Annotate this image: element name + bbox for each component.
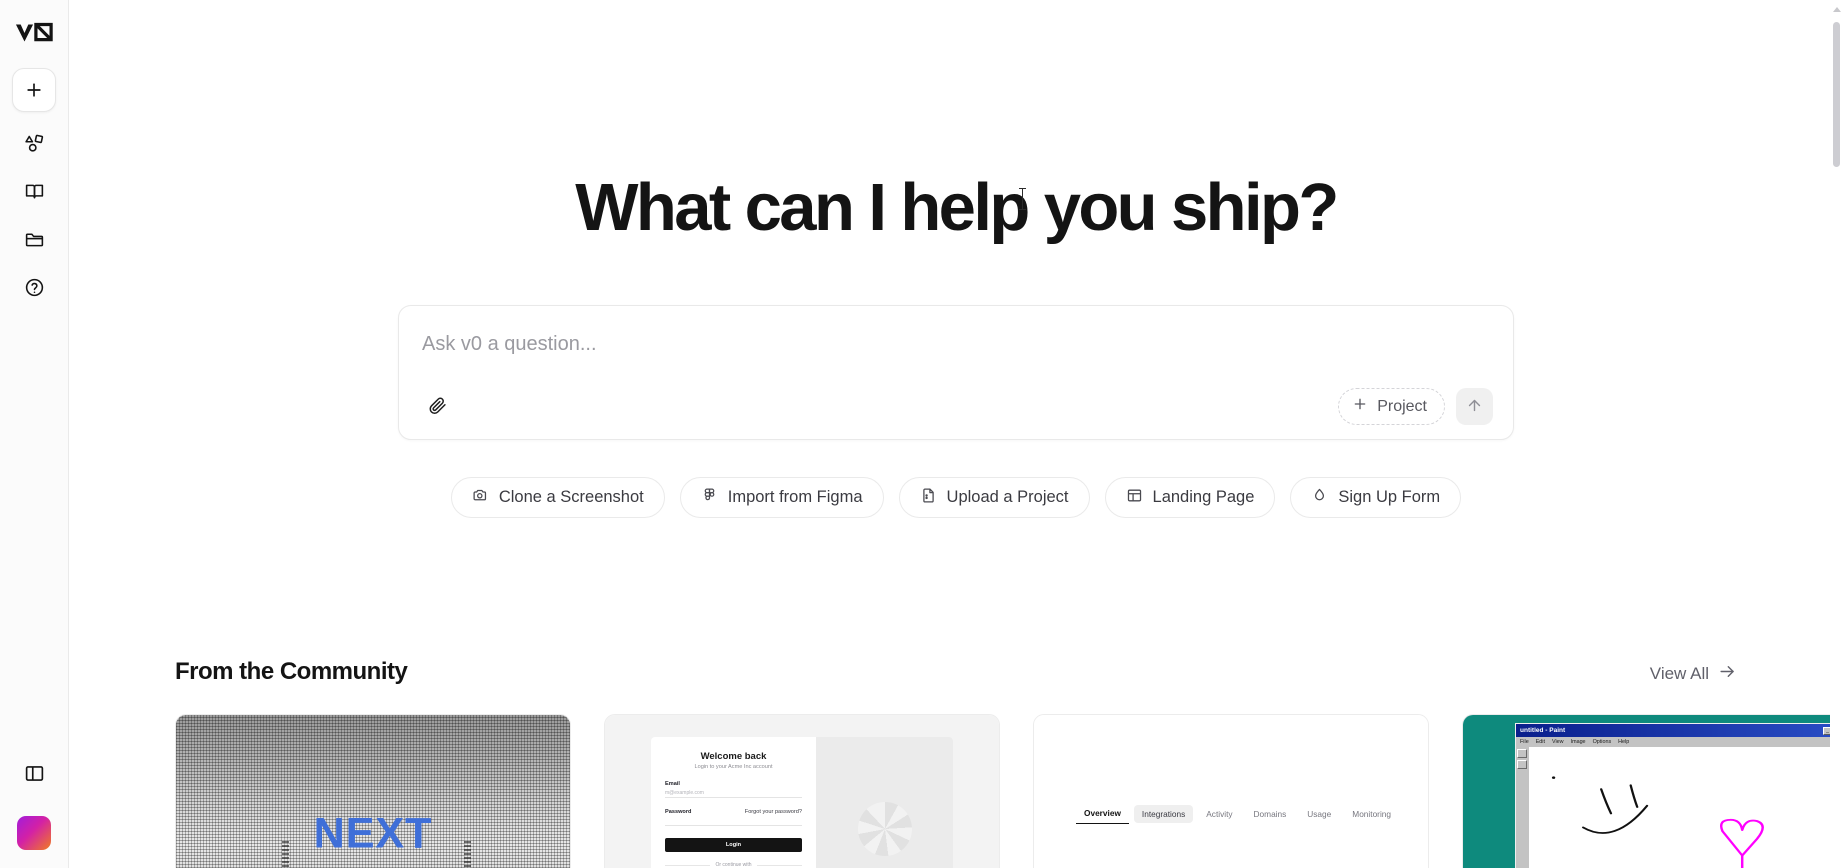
v0-app-window: What can I help you ship? Ask v0 a quest… <box>0 0 1843 868</box>
menu-edit: Edit <box>1535 739 1545 746</box>
view-all-link[interactable]: View All <box>1650 662 1737 686</box>
new-chat-button[interactable] <box>12 68 56 112</box>
file-upload-icon <box>920 487 937 509</box>
chip-landing-page[interactable]: Landing Page <box>1104 477 1276 519</box>
tabs-thumbnail: Overview Integrations Activity Domains U… <box>1034 715 1428 868</box>
folder-icon <box>24 229 45 255</box>
tab-usage: Usage <box>1307 809 1332 820</box>
menu-image: Image <box>1570 739 1586 746</box>
v0-logo[interactable] <box>11 16 57 50</box>
password-field <box>665 815 802 827</box>
chip-label: Clone a Screenshot <box>498 488 644 507</box>
community-card-next-bridge[interactable]: NEXT <box>175 714 571 868</box>
chip-sign-up-form[interactable]: Sign Up Form <box>1290 477 1462 519</box>
login-divider: Or continue with <box>665 862 802 868</box>
chip-upload-a-project[interactable]: Upload a Project <box>898 477 1090 519</box>
scroll-up-arrow[interactable] <box>1832 7 1841 12</box>
tab-domains: Domains <box>1253 809 1287 820</box>
composer-toolbar: Project <box>419 388 1493 426</box>
chip-label: Landing Page <box>1152 488 1255 507</box>
plus-icon <box>1352 396 1368 417</box>
paint-window-title: untitled - Paint <box>1520 727 1566 735</box>
tab-integrations: Integrations <box>1133 805 1194 824</box>
chip-label: Sign Up Form <box>1338 488 1441 507</box>
view-all-label: View All <box>1649 664 1709 684</box>
community-card-dashboard-tabs[interactable]: Overview Integrations Activity Domains U… <box>1033 714 1429 868</box>
toggle-sidebar-button[interactable] <box>12 754 56 798</box>
forgot-password-link: Forgot your password? <box>744 809 802 816</box>
chip-label: Import from Figma <box>727 488 863 507</box>
paint-titlebar: untitled - Paint _ □ ✕ <box>1516 724 1843 738</box>
prompt-input[interactable] <box>419 328 1493 361</box>
menu-help: Help <box>1618 739 1630 746</box>
community-card-list: NEXT Welcome back Login to your Acme Inc… <box>175 714 1843 868</box>
tab-overview: Overview <box>1076 804 1129 825</box>
user-avatar[interactable] <box>17 816 51 850</box>
community-section: From the Community View All NEXT Welcome… <box>69 658 1843 868</box>
pencil-tool <box>1517 749 1527 759</box>
figma-icon <box>701 487 718 509</box>
community-header: From the Community View All <box>175 658 1737 686</box>
email-field: m@example.com <box>665 787 802 799</box>
panel-left-icon <box>24 763 45 789</box>
menu-view: View <box>1551 739 1564 746</box>
menu-options: Options <box>1592 739 1612 746</box>
page-title: What can I help you ship? <box>575 170 1339 245</box>
sidebar-item-docs[interactable] <box>12 172 56 216</box>
tab-monitoring: Monitoring <box>1352 809 1392 820</box>
community-card-ms-paint[interactable]: untitled - Paint _ □ ✕ File Edit <box>1462 714 1843 868</box>
shapes-icon <box>24 133 45 159</box>
attach-file-button[interactable] <box>419 389 455 425</box>
sidebar-item-help[interactable] <box>12 268 56 312</box>
login-title: Welcome back <box>700 751 767 763</box>
password-label: Password <box>665 809 692 816</box>
sidebar-bottom-group <box>0 754 68 850</box>
left-sidebar <box>0 0 69 868</box>
scroll-thumb[interactable] <box>1833 22 1840 167</box>
sidebar-item-files[interactable] <box>12 220 56 264</box>
paint-thumbnail: untitled - Paint _ □ ✕ File Edit <box>1463 715 1843 868</box>
login-thumbnail: Welcome back Login to your Acme Inc acco… <box>605 715 999 868</box>
hero-section: What can I help you ship? Ask v0 a quest… <box>69 0 1843 519</box>
chip-label: Upload a Project <box>946 488 1069 507</box>
camera-icon <box>472 487 489 509</box>
book-icon <box>24 181 45 207</box>
sidebar-item-projects[interactable] <box>12 124 56 168</box>
arrow-up-icon <box>1466 397 1483 417</box>
layout-icon <box>1126 487 1143 509</box>
quick-action-chips: Clone a Screenshot Import from Figma Upl… <box>450 477 1462 519</box>
paperclip-icon <box>428 396 447 418</box>
chip-import-from-figma[interactable]: Import from Figma <box>679 477 884 519</box>
add-project-button[interactable]: Project <box>1338 388 1445 426</box>
paint-canvas <box>1529 747 1843 868</box>
login-subtitle: Login to your Acme Inc account <box>694 764 773 771</box>
card-overlay-text: NEXT <box>313 809 433 858</box>
question-circle-icon <box>24 277 45 303</box>
brush-tool <box>1517 760 1527 770</box>
droplet-icon <box>1311 487 1328 509</box>
main-content: What can I help you ship? Ask v0 a quest… <box>69 0 1843 868</box>
add-project-label: Project <box>1377 397 1427 415</box>
text-cursor <box>1019 188 1027 210</box>
menu-file: File <box>1520 739 1529 746</box>
community-title: From the Community <box>175 658 408 686</box>
main-scrollbar[interactable] <box>1830 0 1843 868</box>
prompt-composer: Project <box>398 305 1514 441</box>
arrow-right-icon <box>1718 662 1737 686</box>
tab-activity: Activity <box>1206 809 1233 820</box>
paint-menubar: File Edit View Image Options Help <box>1516 737 1843 748</box>
send-button[interactable] <box>1456 388 1493 426</box>
paint-toolbox <box>1516 747 1529 868</box>
chip-clone-a-screenshot[interactable]: Clone a Screenshot <box>450 477 665 519</box>
bridge-thumbnail: NEXT <box>176 715 570 868</box>
tab-strip: Overview Integrations Activity Domains U… <box>1076 804 1399 825</box>
login-image-panel <box>816 737 953 868</box>
community-card-login-form[interactable]: Welcome back Login to your Acme Inc acco… <box>604 714 1000 868</box>
login-submit-button: Login <box>665 838 802 853</box>
